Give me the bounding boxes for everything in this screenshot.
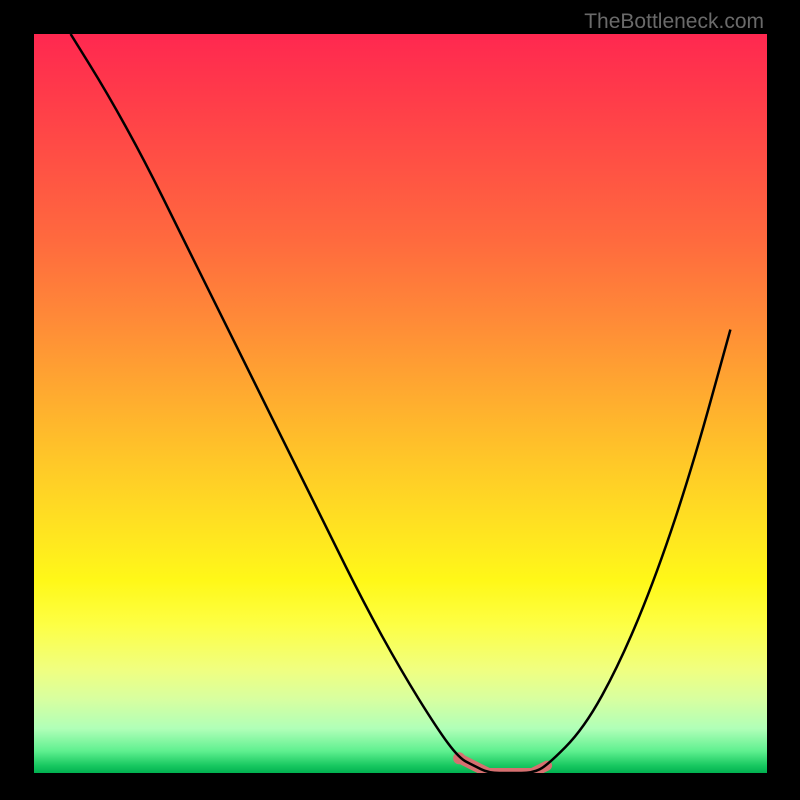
optimal-range-start-dot — [453, 752, 465, 764]
bottleneck-curve — [71, 34, 731, 773]
plot-area — [34, 34, 767, 773]
watermark-text: TheBottleneck.com — [584, 10, 764, 34]
chart-root: TheBottleneck.com — [0, 0, 800, 800]
curve-svg — [34, 34, 767, 773]
optimal-range-highlight — [459, 758, 547, 773]
